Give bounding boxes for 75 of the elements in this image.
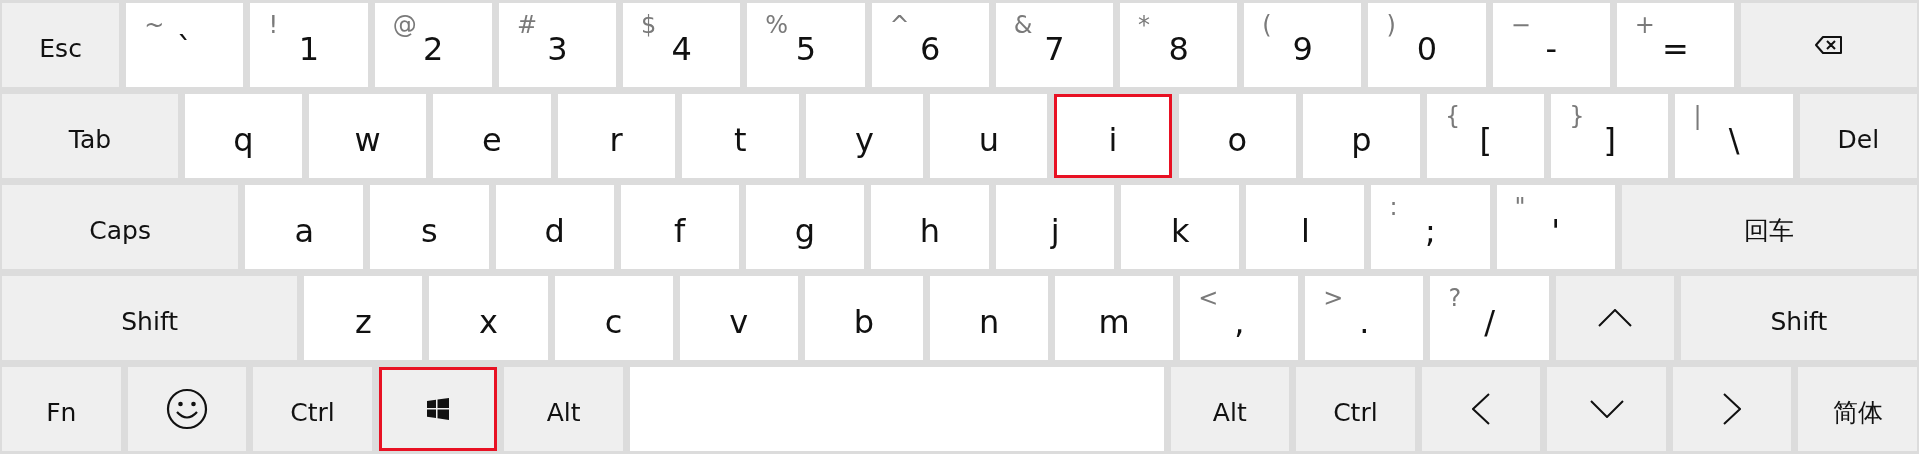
- character-key[interactable]: ? /: [1430, 276, 1549, 360]
- character-key[interactable]: @ 2: [374, 3, 492, 87]
- right-arrow-key[interactable]: [1672, 367, 1792, 451]
- character-key[interactable]: # 3: [498, 3, 617, 87]
- down-arrow-key[interactable]: [1547, 367, 1666, 451]
- function-key[interactable]: 简体: [1798, 367, 1917, 451]
- smiley-icon: [164, 387, 209, 431]
- function-key[interactable]: Esc: [2, 3, 120, 87]
- character-key[interactable]: | \: [1675, 94, 1793, 178]
- function-key[interactable]: Del: [1799, 94, 1917, 178]
- function-key[interactable]: Alt: [1170, 367, 1290, 451]
- character-key[interactable]: h: [870, 185, 989, 269]
- character-key[interactable]: $ 4: [623, 3, 741, 87]
- character-key[interactable]: ^ 6: [871, 3, 989, 87]
- character-key[interactable]: n: [929, 276, 1049, 360]
- function-key[interactable]: Caps: [2, 185, 239, 269]
- character-key[interactable]: q: [184, 94, 303, 178]
- character-key[interactable]: } ]: [1551, 94, 1669, 178]
- character-key[interactable]: o: [1178, 94, 1296, 178]
- up-arrow-key[interactable]: [1555, 276, 1674, 360]
- chevron-down-icon: [1589, 400, 1624, 418]
- character-key[interactable]: g: [745, 185, 864, 269]
- chevron-left-icon: [1471, 393, 1490, 425]
- space-bar[interactable]: [629, 367, 1164, 451]
- character-key[interactable]: d: [495, 185, 614, 269]
- character-key[interactable]: y: [805, 94, 924, 178]
- character-key[interactable]: j: [996, 185, 1115, 269]
- function-key[interactable]: Ctrl: [1296, 367, 1415, 451]
- character-key[interactable]: > .: [1305, 276, 1424, 360]
- character-key[interactable]: a: [245, 185, 364, 269]
- character-key[interactable]: v: [679, 276, 798, 360]
- character-key[interactable]: p: [1302, 94, 1421, 178]
- chevron-up-icon: [1597, 309, 1632, 327]
- character-key[interactable]: f: [620, 185, 739, 269]
- character-key[interactable]: t: [681, 94, 799, 178]
- character-key[interactable]: * 8: [1119, 3, 1238, 87]
- function-key[interactable]: Ctrl: [253, 367, 372, 451]
- character-key[interactable]: x: [429, 276, 548, 360]
- character-key[interactable]: m: [1055, 276, 1174, 360]
- character-key[interactable]: w: [309, 94, 427, 178]
- emoji-key[interactable]: [127, 367, 247, 451]
- function-key[interactable]: 回车: [1621, 185, 1917, 269]
- backspace-key[interactable]: [1741, 3, 1917, 87]
- function-key[interactable]: Shift: [2, 276, 298, 360]
- function-key[interactable]: Shift: [1680, 276, 1917, 360]
- function-key[interactable]: Fn: [2, 367, 121, 451]
- character-key[interactable]: b: [804, 276, 923, 360]
- windows-key[interactable]: [378, 367, 498, 451]
- character-key[interactable]: % 5: [747, 3, 865, 87]
- character-key[interactable]: z: [304, 276, 423, 360]
- character-key[interactable]: r: [557, 94, 675, 178]
- character-key[interactable]: < ,: [1180, 276, 1299, 360]
- character-key[interactable]: i: [1054, 94, 1172, 178]
- character-key[interactable]: : ;: [1371, 185, 1490, 269]
- character-key[interactable]: u: [930, 94, 1048, 178]
- backspace-icon: [1814, 35, 1844, 55]
- character-key[interactable]: ) 0: [1368, 3, 1486, 87]
- character-key[interactable]: " ': [1496, 185, 1615, 269]
- chevron-right-icon: [1723, 393, 1742, 425]
- character-key[interactable]: ( 9: [1244, 3, 1362, 87]
- function-key[interactable]: Alt: [504, 367, 623, 451]
- left-arrow-key[interactable]: [1421, 367, 1541, 451]
- windows-icon: [427, 398, 449, 420]
- character-key[interactable]: c: [554, 276, 673, 360]
- character-key[interactable]: & 7: [995, 3, 1113, 87]
- character-key[interactable]: ! 1: [250, 3, 368, 87]
- character-key[interactable]: s: [370, 185, 489, 269]
- character-key[interactable]: k: [1121, 185, 1240, 269]
- character-key[interactable]: ~ `: [126, 3, 244, 87]
- character-key[interactable]: { [: [1427, 94, 1545, 178]
- character-key[interactable]: + =: [1616, 3, 1735, 87]
- function-key[interactable]: Tab: [2, 94, 178, 178]
- character-key[interactable]: e: [433, 94, 551, 178]
- character-key[interactable]: l: [1246, 185, 1365, 269]
- character-key[interactable]: − -: [1492, 3, 1610, 87]
